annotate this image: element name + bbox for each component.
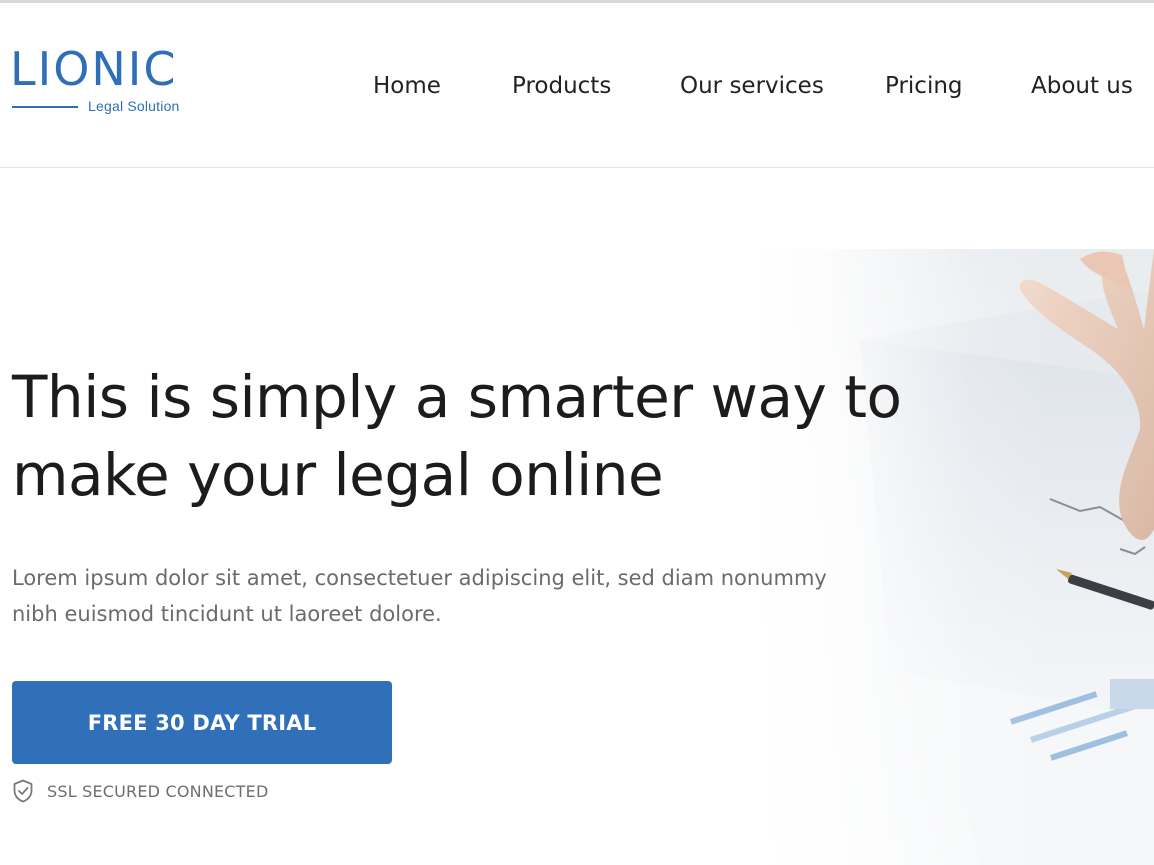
hero-description-line-1: Lorem ipsum dolor sit amet, consectetuer… (12, 566, 827, 590)
hand-laptop-illustration (860, 249, 1154, 865)
hero-headline-line-2: make your legal online (12, 441, 664, 509)
site-header: LIONIC Legal Solution Home Products Our … (0, 3, 1154, 168)
hero-headline: This is simply a smarter way to make you… (12, 358, 912, 514)
hero-description-line-2: nibh euismod tincidunt ut laoreet dolore… (12, 602, 442, 626)
nav-item-products[interactable]: Products (512, 69, 611, 103)
ssl-label: SSL SECURED CONNECTED (47, 781, 269, 801)
shield-check-icon (12, 779, 34, 803)
nav-item-our-services[interactable]: Our services (680, 69, 824, 103)
logo-underline (12, 106, 78, 108)
nav-item-about-us[interactable]: About us (1031, 69, 1133, 103)
hero-image (750, 249, 1154, 865)
landing-page: LIONIC Legal Solution Home Products Our … (0, 0, 1154, 865)
main-nav: Home Products Our services Pricing About… (0, 69, 1154, 103)
free-trial-button[interactable]: FREE 30 DAY TRIAL (12, 681, 392, 764)
hero-headline-line-1: This is simply a smarter way to (12, 363, 902, 431)
nav-item-pricing[interactable]: Pricing (885, 69, 963, 103)
ssl-badge: SSL SECURED CONNECTED (12, 779, 268, 803)
hero-description: Lorem ipsum dolor sit amet, consectetuer… (12, 560, 912, 632)
nav-item-home[interactable]: Home (373, 69, 441, 103)
